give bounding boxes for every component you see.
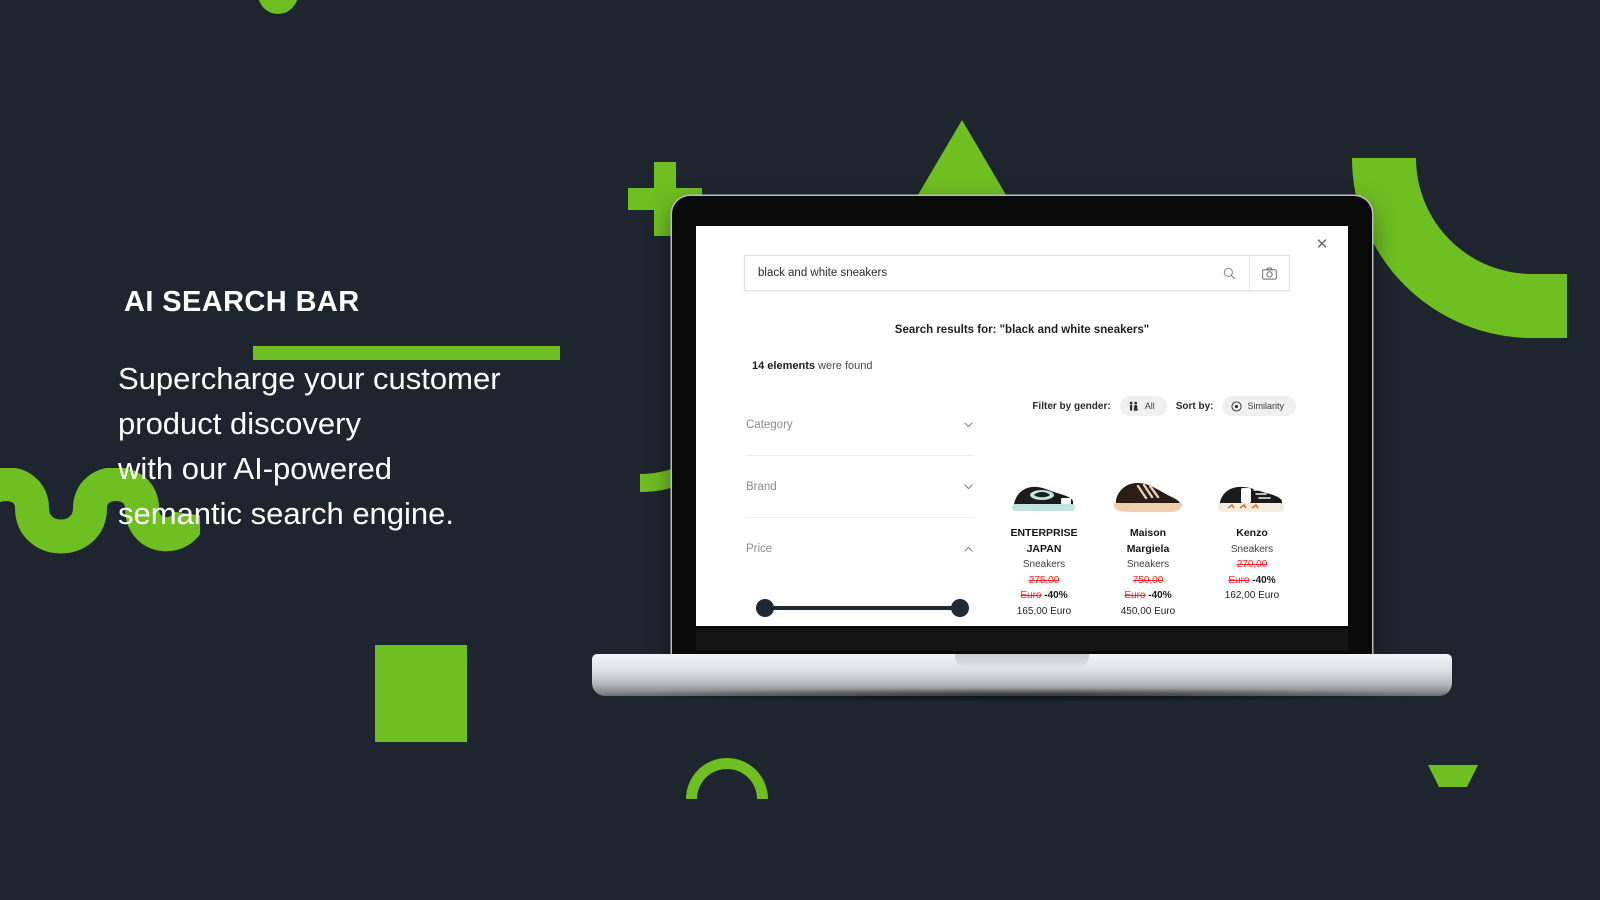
people-icon — [1128, 400, 1140, 412]
laptop-lid-chin — [696, 629, 1348, 651]
filter-row-brand[interactable]: Brand — [746, 456, 974, 518]
product-old-price: 750,00 — [1132, 574, 1164, 586]
target-icon — [1230, 400, 1242, 412]
decor-trapezoid-down — [1428, 765, 1478, 787]
product-discount: -40% — [1044, 590, 1068, 601]
decor-triangle-up — [915, 120, 1009, 200]
product-discount: -40% — [1148, 590, 1172, 601]
product-new-price: 162,00 Euro — [1224, 590, 1280, 601]
product-image — [1200, 444, 1304, 520]
camera-icon[interactable] — [1249, 256, 1289, 290]
laptop-mockup: ✕ black and white sneakers Search result… — [592, 196, 1452, 702]
product-old-price-unit: Euro — [1228, 574, 1250, 586]
close-icon[interactable]: ✕ — [1312, 235, 1332, 255]
sort-by-label: Sort by: — [1175, 400, 1214, 412]
slide-canvas: AI SEARCH BAR Supercharge your customer … — [0, 0, 1600, 900]
results-count-number: 14 elements — [752, 360, 815, 372]
sort-by-pill[interactable]: Similarity — [1222, 396, 1296, 416]
search-app: ✕ black and white sneakers Search result… — [696, 226, 1348, 626]
price-slider-track[interactable] — [762, 606, 962, 610]
product-discount-line: Euro -40% — [1200, 573, 1304, 589]
price-slider-min-handle[interactable] — [756, 599, 774, 617]
product-new-price: 450,00 Euro — [1120, 605, 1176, 617]
product-discount-line: Euro -40% — [992, 588, 1096, 604]
filter-label-price: Price — [746, 543, 773, 555]
product-brand: Maison Margiela — [1096, 526, 1200, 557]
decor-circle-top — [258, 0, 298, 14]
product-type: Sneakers — [1126, 559, 1170, 570]
product-image — [992, 444, 1096, 520]
product-old-price: 270,00 — [1236, 559, 1268, 570]
product-old-price: 275,00 — [1028, 574, 1060, 586]
laptop-screen: ✕ black and white sneakers Search result… — [696, 226, 1348, 626]
search-input[interactable]: black and white sneakers — [745, 267, 1209, 279]
product-image — [1096, 444, 1200, 520]
results-title: Search results for: "black and white sne… — [894, 324, 1150, 336]
chevron-down-icon[interactable] — [963, 481, 974, 492]
search-icon[interactable] — [1209, 256, 1249, 290]
page-title: AI SEARCH BAR — [124, 286, 360, 318]
gender-filter-pill[interactable]: All — [1119, 396, 1167, 416]
product-card[interactable]: Maison Margiela Sneakers 750,00 Euro -40… — [1096, 444, 1200, 619]
filter-label-brand: Brand — [746, 480, 777, 493]
results-toolbar: Filter by gender: All Sort by: Similarit… — [996, 396, 1296, 416]
filter-row-price[interactable]: Price — [746, 518, 974, 580]
filter-row-category[interactable]: Category — [746, 394, 974, 456]
laptop-base-notch — [955, 654, 1089, 667]
sneaker-illustration — [1012, 486, 1075, 511]
decor-square — [375, 645, 467, 742]
filter-panel: Category Brand Price — [746, 394, 974, 626]
product-brand-line2: JAPAN — [1026, 542, 1062, 555]
sneaker-illustration — [1218, 486, 1284, 512]
product-brand-line2: Margiela — [1126, 542, 1170, 555]
chevron-down-icon[interactable] — [963, 419, 974, 430]
product-new-price: 165,00 Euro — [1016, 605, 1072, 617]
product-brand-line1: ENTERPRISE — [1010, 527, 1078, 539]
decor-half-ring — [686, 758, 768, 799]
results-count-suffix: were found — [814, 360, 873, 372]
laptop-lid: ✕ black and white sneakers Search result… — [672, 196, 1372, 661]
product-brand-line1: Kenzo — [1236, 527, 1268, 539]
price-slider-max-handle[interactable] — [951, 599, 969, 617]
search-bar[interactable]: black and white sneakers — [744, 255, 1290, 291]
laptop-shadow — [604, 688, 1440, 702]
product-type: Sneakers — [1230, 543, 1274, 555]
product-grid: ENTERPRISE JAPAN Sneakers 275,00 Euro -4… — [992, 444, 1332, 619]
product-old-price-unit: Euro — [1020, 590, 1042, 601]
results-count: 14 elements were found — [752, 360, 872, 372]
product-discount: -40% — [1252, 574, 1276, 586]
sort-by-value: Similarity — [1247, 401, 1284, 411]
product-old-price-unit: Euro — [1124, 590, 1146, 601]
product-discount-line: Euro -40% — [1096, 588, 1200, 604]
product-brand: Kenzo — [1200, 526, 1304, 542]
sneaker-illustration — [1114, 483, 1182, 512]
product-card[interactable]: ENTERPRISE JAPAN Sneakers 275,00 Euro -4… — [992, 444, 1096, 619]
gender-filter-label: Filter by gender: — [1032, 400, 1111, 412]
price-range-slider[interactable]: 0,00 Euro 750,00 Euro — [746, 590, 974, 626]
filter-label-category: Category — [746, 418, 793, 431]
gender-filter-value: All — [1144, 401, 1155, 411]
chevron-up-icon[interactable] — [963, 544, 974, 555]
product-brand-line1: Maison — [1129, 527, 1167, 539]
product-type: Sneakers — [1022, 559, 1066, 570]
product-card[interactable]: Kenzo Sneakers 270,00 Euro -40% 162,00 E… — [1200, 444, 1304, 619]
product-brand: ENTERPRISE JAPAN — [992, 526, 1096, 557]
